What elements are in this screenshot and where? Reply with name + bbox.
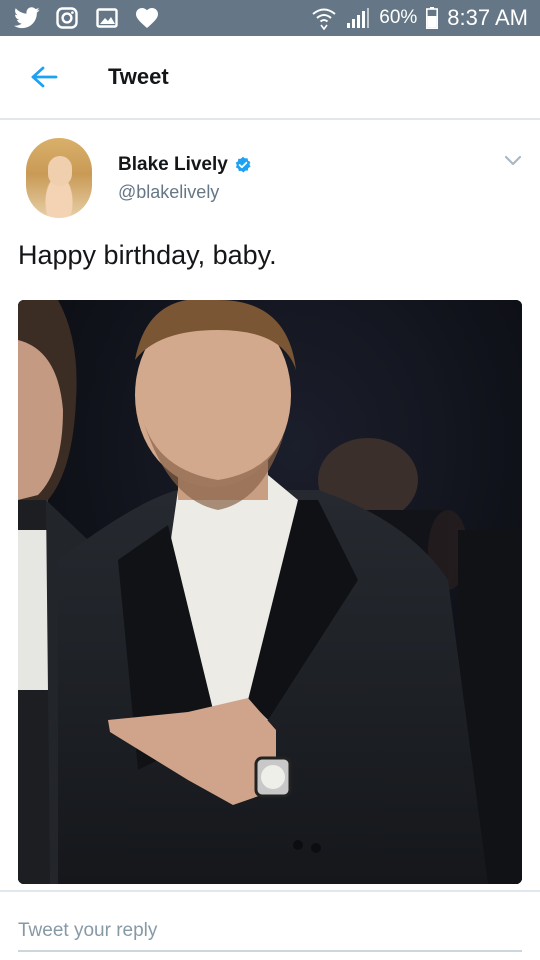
battery-percent: 60% — [379, 7, 418, 28]
back-button[interactable] — [14, 47, 74, 107]
tweet-author-row: Blake Lively @blakelively — [0, 122, 540, 232]
back-arrow-icon — [31, 66, 58, 88]
status-system-icons: 60% 8:37 AM — [311, 5, 528, 31]
wifi-icon — [311, 6, 337, 30]
heart-icon — [134, 6, 160, 30]
author-handle[interactable]: @blakelively — [118, 182, 219, 203]
status-bar: 60% 8:37 AM — [0, 0, 540, 36]
status-time: 8:37 AM — [447, 5, 528, 30]
tweet: Blake Lively @blakelively Happy birthday… — [0, 122, 540, 884]
page-title: Tweet — [108, 64, 169, 89]
status-notification-icons — [14, 6, 160, 30]
tweet-photo[interactable] — [18, 300, 522, 884]
reply-input[interactable] — [18, 912, 522, 952]
chevron-down-icon — [504, 155, 522, 166]
author-name[interactable]: Blake Lively — [118, 154, 228, 176]
app-header: Tweet — [0, 36, 540, 120]
battery-icon — [425, 6, 439, 30]
gallery-icon — [94, 6, 120, 30]
photo-illustration — [18, 300, 522, 884]
author-name-row[interactable]: Blake Lively — [118, 154, 252, 176]
tweet-text: Happy birthday, baby. — [18, 240, 277, 270]
signal-icon — [345, 6, 371, 30]
tweet-options-button[interactable] — [498, 148, 528, 172]
avatar[interactable] — [26, 138, 92, 218]
instagram-icon — [54, 6, 80, 30]
reply-bar — [0, 890, 540, 960]
twitter-icon — [14, 6, 40, 30]
verified-badge-icon — [235, 156, 251, 173]
